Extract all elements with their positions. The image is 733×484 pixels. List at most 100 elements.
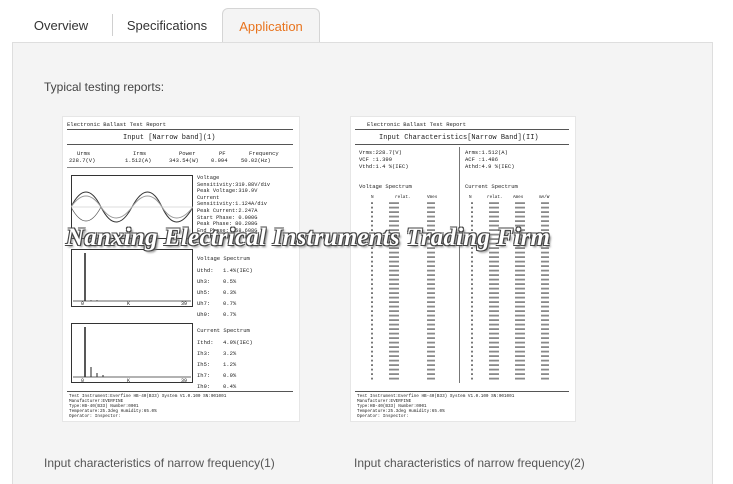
spectrum-key: Uh7: (197, 300, 211, 307)
report-rule (67, 129, 293, 130)
caption-report-2: Input characteristics of narrow frequenc… (354, 456, 585, 470)
report-title: Input Characteristics[Narrow Band](II) (379, 134, 539, 142)
info-line: ACF :1.486 (465, 156, 499, 163)
spectrum-row: Ih3: 3.2% (197, 348, 253, 359)
spectrum-val: 0.5% (223, 278, 237, 285)
tab-specifications[interactable]: Specifications (116, 8, 218, 42)
spectrum-key: Ih3: (197, 350, 211, 357)
spectrum-row: Uh3: 0.5% (197, 276, 253, 287)
summary-value: 228.7(V) (69, 157, 96, 164)
report-rule (67, 391, 293, 392)
spectrum-key: Uh3: (197, 278, 211, 285)
waveform-info-line: Start Phase: 0.000G (197, 214, 258, 221)
waveform-info-line: Peak Voltage:319.9V (197, 188, 258, 195)
test-report-image-2: Electronic Ballast Test Report Input Cha… (350, 116, 576, 422)
spectrum-row: Uh5: 0.3% (197, 287, 253, 298)
table-head: N (469, 195, 472, 200)
axis-label: K (127, 301, 131, 307)
report-header: Electronic Ballast Test Report (67, 121, 167, 128)
tab-application[interactable]: Application (222, 8, 320, 42)
info-line: VCF :1.399 (359, 156, 393, 163)
spectrum-row: Uh9: 0.7% (197, 309, 253, 320)
spectrum-title: Current Spectrum (197, 327, 250, 334)
test-report-image-1: Electronic Ballast Test Report Input [Na… (62, 116, 300, 422)
spectrum-key: Uh9: (197, 311, 211, 318)
axis-label: 0 (81, 301, 85, 307)
axis-label: 39 (181, 378, 188, 384)
spectrum-val: 0.4% (223, 383, 237, 390)
info-line: Vthd:1.4 %(IEC) (359, 163, 409, 170)
table-head: relat. (395, 195, 411, 200)
section-title: Typical testing reports: (44, 80, 165, 94)
spectrum-key: Ih7: (197, 372, 211, 379)
spectrum-row: Ithd: 4.9%(IEC) (197, 337, 253, 348)
spectrum-key: Uh5: (197, 289, 211, 296)
axis-label: 0 (81, 378, 85, 384)
current-spectrum-plot (71, 323, 193, 383)
current-spectrum-values: Current Spectrum Ithd: 4.9%(IEC) Ih3: 3.2%… (197, 327, 253, 392)
info-line: Athd:4.9 %(IEC) (465, 163, 515, 170)
spectrum-val: 4.9%(IEC) (223, 339, 253, 346)
spectrum-val: 0.3% (223, 289, 237, 296)
report-title: Input [Narrow band](1) (123, 134, 216, 142)
voltage-spectrum-title: Voltage Spectrum (359, 183, 412, 190)
report-left-info: Vrms:228.7(V) VCF :1.399 Vthd:1.4 %(IEC) (359, 149, 409, 170)
spectrum-row: Ih7: 0.9% (197, 370, 253, 381)
info-line: Vrms:228.7(V) (359, 149, 402, 156)
axis-label: K (127, 378, 131, 384)
report-rule (355, 144, 569, 145)
tab-overview[interactable]: Overview (20, 8, 102, 42)
spectrum-val: 0.7% (223, 300, 237, 307)
spectrum-val: 0.7% (223, 311, 237, 318)
report-footer: Test Instrument:Everfine HB-40(B33) Syst… (357, 394, 514, 419)
waveform-info-line: Peak Current:2.247A (197, 207, 258, 214)
waveform-info-line: Voltage (197, 175, 220, 181)
summary-value: 50.02(Hz) (241, 157, 271, 164)
table-head: Ames (513, 195, 524, 200)
table-head: N (371, 195, 374, 200)
waveform-info-line: Sensitivity:1.124A/div (197, 201, 267, 208)
report-rule (67, 144, 293, 145)
summary-value: 1.512(A) (125, 157, 152, 164)
waveform-info-line: Sensitivity:319.88V/div (197, 181, 271, 188)
spectrum-val: 3.2% (223, 350, 237, 357)
spectrum-row: Uthd: 1.4%(IEC) (197, 265, 253, 276)
table-head: mA/W (539, 195, 550, 200)
spectrum-row: Ih5: 1.2% (197, 359, 253, 370)
summary-head: Power (179, 150, 196, 157)
summary-value: 343.54(W) (169, 157, 199, 164)
table-head: Vmes (427, 195, 438, 200)
spectrum-val: 1.4%(IEC) (223, 267, 253, 274)
current-spectrum-title: Current Spectrum (465, 183, 518, 190)
spectrum-row: Uh7: 0.7% (197, 298, 253, 309)
axis-label: 39 (181, 301, 188, 307)
table-head: relat. (487, 195, 503, 200)
spectrum-key: Ih5: (197, 361, 211, 368)
spectrum-val: 1.2% (223, 361, 237, 368)
summary-head: Frequency (249, 150, 279, 157)
voltage-spectrum-values: Voltage Spectrum Uthd: 1.4%(IEC) Uh3: 0.5%… (197, 255, 253, 320)
report-footer: Test Instrument:Everfine HB-40(B33) Syst… (69, 394, 226, 419)
footer-line: Operator: Inspector: (69, 414, 121, 419)
summary-head: PF (219, 150, 226, 157)
report-header: Electronic Ballast Test Report (367, 121, 467, 128)
report-rule (67, 167, 293, 168)
tab-bar: Overview Specifications Application (0, 0, 733, 42)
caption-report-1: Input characteristics of narrow frequenc… (44, 456, 275, 470)
tab-separator (112, 14, 113, 36)
report-rule (355, 391, 569, 392)
watermark-text: Nanxing Electrical Instruments Trading F… (66, 224, 551, 251)
voltage-spectrum-plot (71, 249, 193, 307)
summary-value: 0.994 (211, 157, 228, 164)
spectrum-val: 0.9% (223, 372, 237, 379)
summary-head: Irms (133, 150, 147, 157)
report-right-info: Arms:1.512(A) ACF :1.486 Athd:4.9 %(IEC) (465, 149, 515, 170)
summary-head: Urms (77, 150, 91, 157)
waveform-info-line: Current (197, 194, 220, 201)
spectrum-key: Ithd: (197, 339, 214, 346)
spectrum-key: Uthd: (197, 267, 214, 274)
spectrum-title: Voltage Spectrum (197, 255, 250, 262)
report-rule (355, 129, 569, 130)
footer-line: Operator: Inspector: (357, 414, 409, 419)
info-line: Arms:1.512(A) (465, 149, 508, 156)
